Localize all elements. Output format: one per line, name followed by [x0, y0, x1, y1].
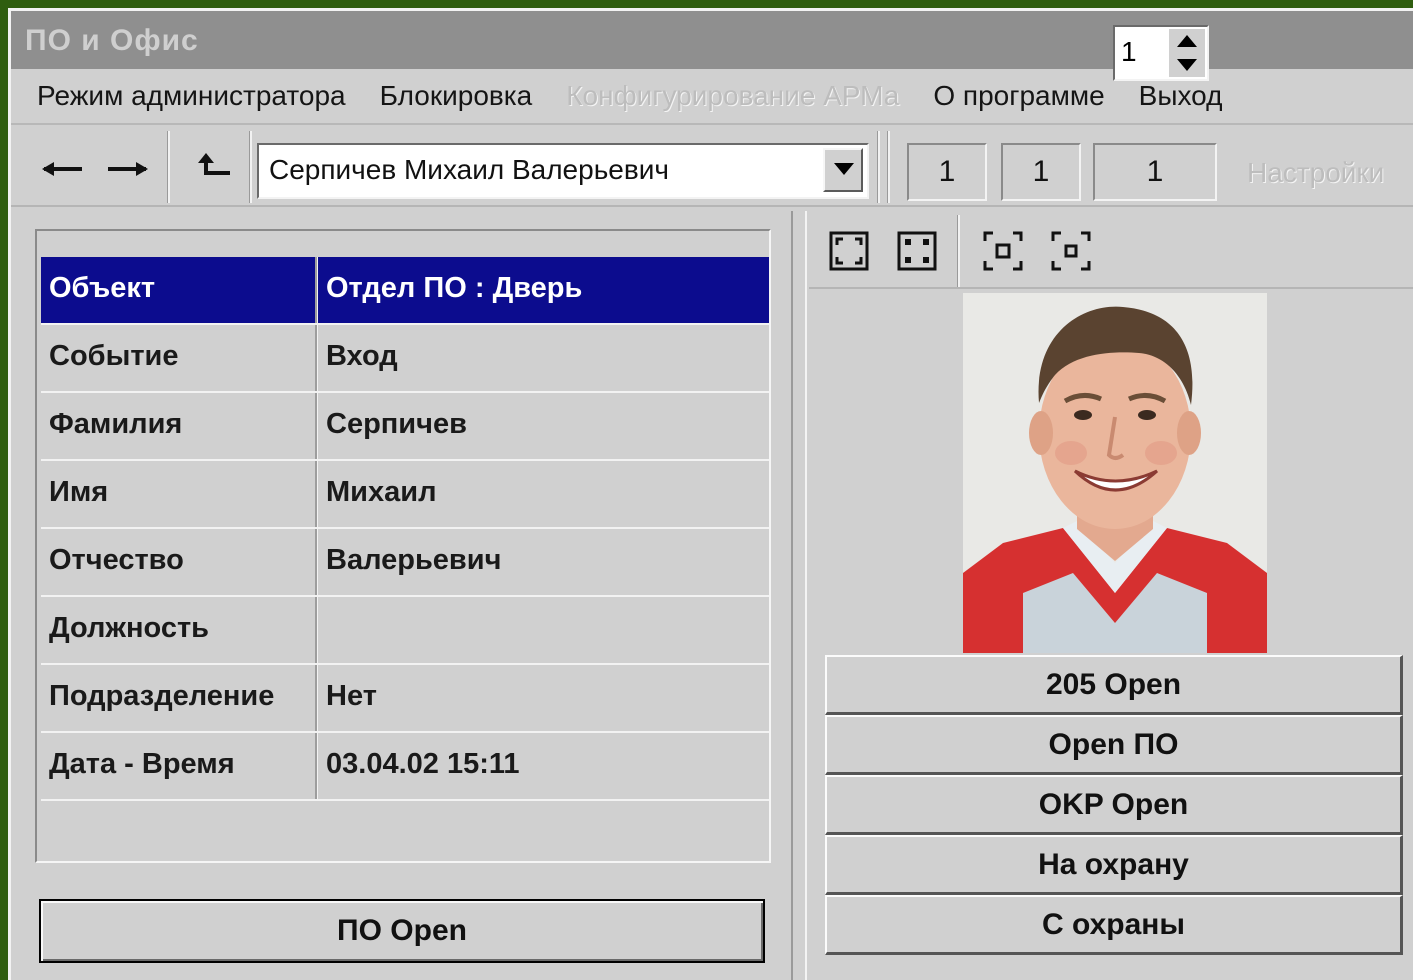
grid-row-patronymic[interactable]: Отчество Валерьевич — [41, 529, 769, 597]
viewer-toolbar — [809, 211, 1413, 289]
grid-row-name[interactable]: Имя Михаил — [41, 461, 769, 529]
arrow-up-left-icon — [198, 153, 230, 175]
toolbar-separator — [249, 131, 252, 203]
grid-value — [317, 597, 769, 663]
menu-workstation-config: Конфигурирование АРМа — [566, 80, 900, 111]
command-arm-button[interactable]: На охрану — [825, 835, 1403, 895]
splitter[interactable] — [791, 211, 807, 980]
grid-row-surname[interactable]: Фамилия Серпичев — [41, 393, 769, 461]
chevron-down-icon[interactable] — [1177, 59, 1197, 71]
grid-key: Дата - Время — [41, 733, 317, 799]
grid-value: Отдел ПО : Дверь — [317, 257, 769, 323]
portrait-image — [963, 293, 1267, 653]
spinner-buttons[interactable] — [1169, 29, 1205, 77]
fit-window-icon[interactable] — [829, 231, 869, 271]
up-button[interactable] — [187, 137, 237, 199]
menu-admin-mode[interactable]: Режим администратора — [37, 80, 346, 112]
grid-value: Вход — [317, 325, 769, 391]
settings-button: Настройки — [1247, 157, 1385, 188]
counter-field-3: 1 — [1093, 143, 1217, 201]
arrow-right-icon — [108, 162, 148, 176]
grid-key: Объект — [41, 257, 317, 323]
grid-key: Событие — [41, 325, 317, 391]
command-205-open-button[interactable]: 205 Open — [825, 655, 1403, 715]
toolbar-separator — [167, 131, 170, 203]
grid-key: Подразделение — [41, 665, 317, 731]
zoom-in-icon[interactable] — [983, 231, 1023, 271]
window-title: ПО и Офис — [25, 24, 199, 57]
person-select[interactable]: Серпичев Михаил Валерьевич — [257, 143, 869, 199]
toolbar-separator — [957, 215, 960, 287]
grid-value: Валерьевич — [317, 529, 769, 595]
chevron-up-icon[interactable] — [1177, 35, 1197, 47]
menu-lock[interactable]: Блокировка — [380, 80, 533, 112]
grid-key: Имя — [41, 461, 317, 527]
counter-field-2: 1 — [1001, 143, 1081, 201]
zoom-value: 1 — [1121, 36, 1137, 67]
full-screen-icon[interactable] — [897, 231, 937, 271]
back-button[interactable] — [37, 137, 87, 199]
grid-value: Михаил — [317, 461, 769, 527]
event-details-grid: Объект Отдел ПО : Дверь Событие Вход Фам… — [35, 229, 771, 863]
person-photo — [963, 293, 1267, 653]
toolbar-separator — [877, 131, 880, 203]
forward-button[interactable] — [103, 137, 153, 199]
command-okp-open-button[interactable]: OKP Open — [825, 775, 1403, 835]
grid-key: Отчество — [41, 529, 317, 595]
grid-key: Должность — [41, 597, 317, 663]
grid-row-object[interactable]: Объект Отдел ПО : Дверь — [41, 257, 769, 325]
person-select-value: Серпичев Михаил Валерьевич — [269, 154, 669, 185]
grid-value: 03.04.02 15:11 — [317, 733, 769, 799]
menu-about[interactable]: О программе — [933, 80, 1104, 112]
counter-field-1: 1 — [907, 143, 987, 201]
zoom-out-icon[interactable] — [1051, 231, 1091, 271]
chevron-down-icon[interactable] — [823, 148, 863, 192]
grid-key: Фамилия — [41, 393, 317, 459]
po-open-button[interactable]: ПО Open — [39, 899, 765, 963]
command-disarm-button[interactable]: С охраны — [825, 895, 1403, 955]
grid-value: Серпичев — [317, 393, 769, 459]
toolbar-separator — [887, 131, 890, 203]
grid-value: Нет — [317, 665, 769, 731]
arrow-left-icon — [42, 162, 82, 176]
grid-row-department[interactable]: Подразделение Нет — [41, 665, 769, 733]
command-open-po-button[interactable]: Open ПО — [825, 715, 1403, 775]
menu-exit[interactable]: Выход — [1139, 80, 1223, 112]
toolbar: Серпичев Михаил Валерьевич 1 1 1 Настрой… — [11, 127, 1413, 207]
grid-row-datetime[interactable]: Дата - Время 03.04.02 15:11 — [41, 733, 769, 801]
zoom-spinner[interactable]: 1 — [1113, 25, 1209, 81]
grid-row-position[interactable]: Должность — [41, 597, 769, 665]
grid-row-event[interactable]: Событие Вход — [41, 325, 769, 393]
main-window: ПО и Офис Режим администратора Блокировк… — [8, 8, 1413, 980]
